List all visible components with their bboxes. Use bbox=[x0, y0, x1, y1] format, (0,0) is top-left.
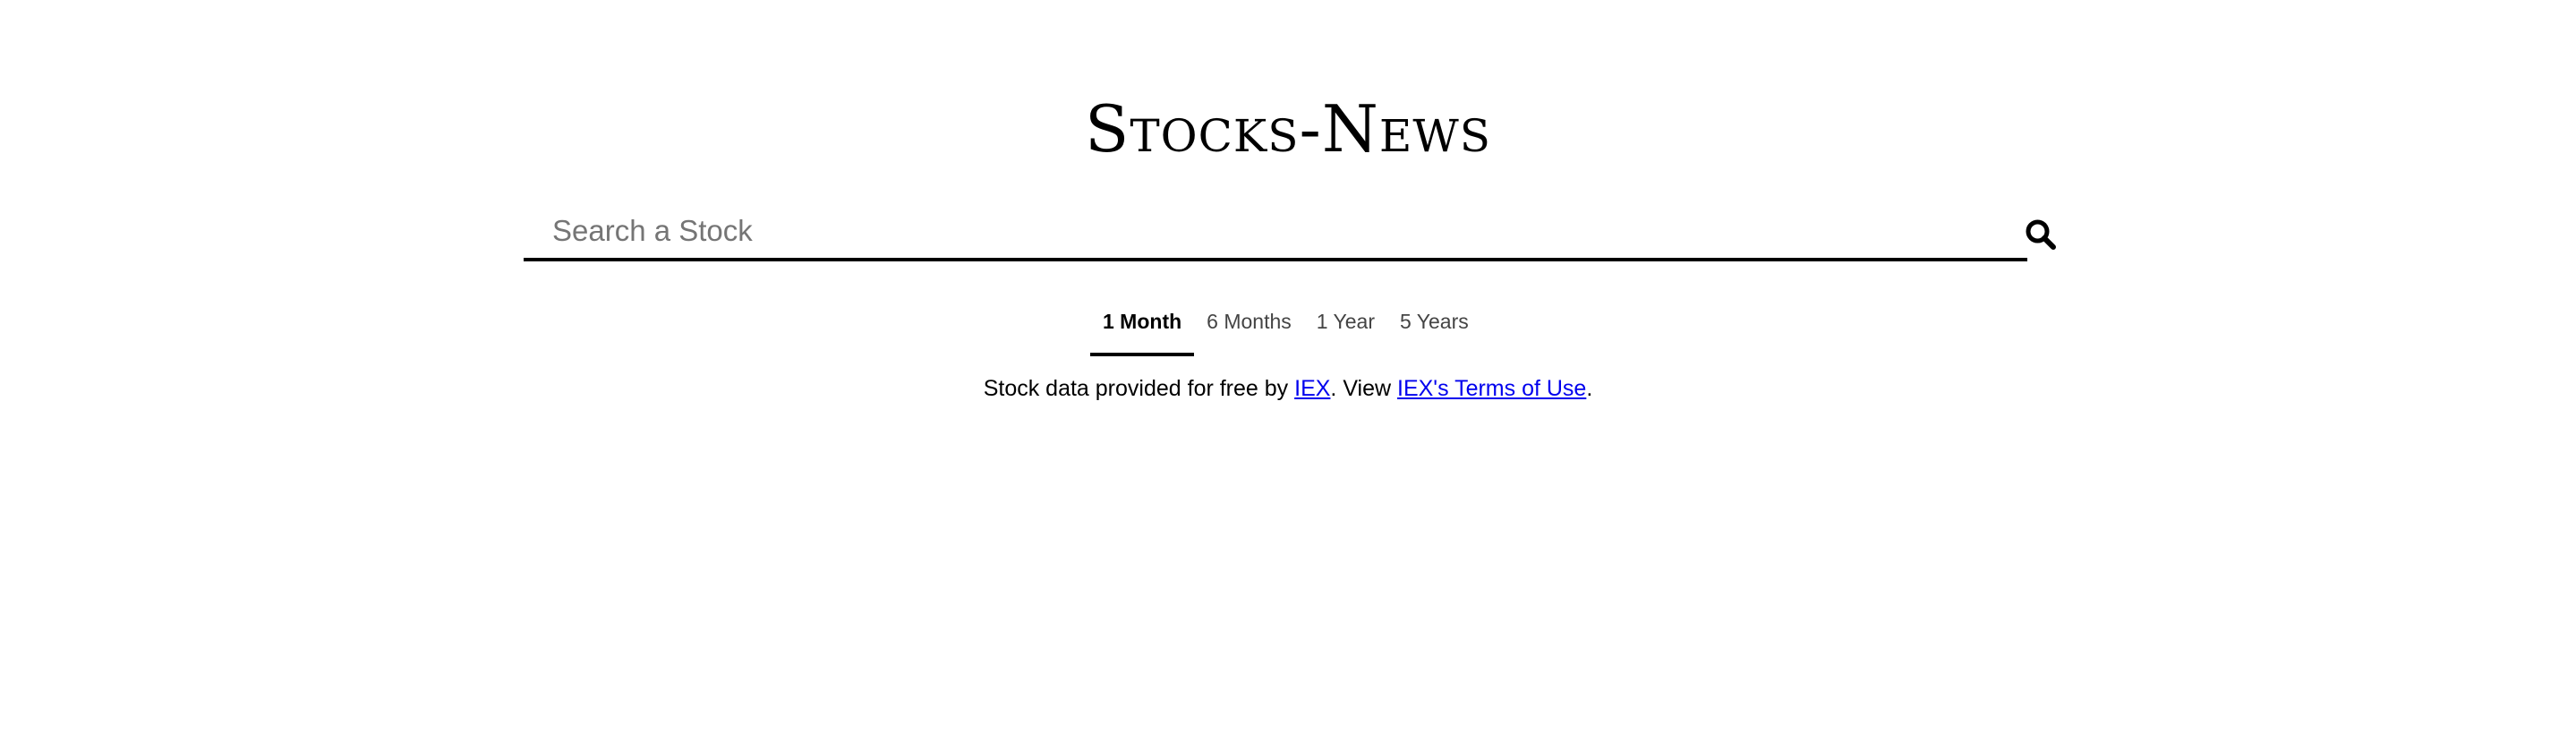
tab-6-months[interactable]: 6 Months bbox=[1194, 303, 1304, 356]
page: Stocks-News 1 Month 6 Months 1 Year 5 Ye… bbox=[0, 0, 2576, 743]
iex-link[interactable]: IEX bbox=[1294, 376, 1330, 401]
data-credit: Stock data provided for free by IEX. Vie… bbox=[0, 371, 2576, 406]
credit-prefix: Stock data provided for free by bbox=[983, 376, 1295, 401]
time-range-tabs: 1 Month 6 Months 1 Year 5 Years bbox=[1090, 303, 1481, 356]
tab-1-month[interactable]: 1 Month bbox=[1090, 303, 1195, 356]
tab-5-years[interactable]: 5 Years bbox=[1387, 303, 1481, 356]
search-bar bbox=[524, 204, 2036, 265]
page-title: Stocks-News bbox=[1085, 91, 1491, 167]
credit-suffix: . bbox=[1586, 376, 1593, 401]
iex-terms-link[interactable]: IEX's Terms of Use bbox=[1397, 376, 1586, 401]
credit-middle: . View bbox=[1330, 376, 1397, 401]
tab-1-year[interactable]: 1 Year bbox=[1304, 303, 1387, 356]
search-icon[interactable] bbox=[2025, 218, 2057, 251]
search-input[interactable] bbox=[524, 204, 2027, 261]
